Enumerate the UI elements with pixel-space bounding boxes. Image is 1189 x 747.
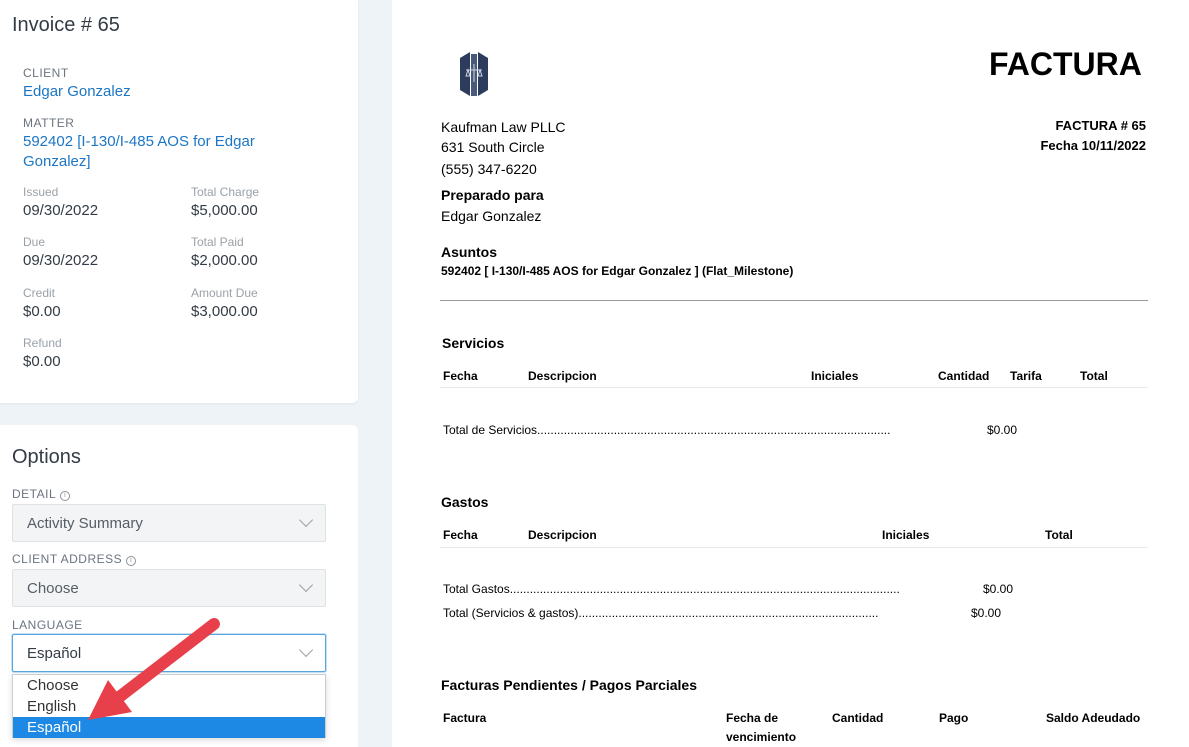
detail-select[interactable]: Activity Summary — [12, 504, 326, 542]
client-address-select[interactable]: Choose — [12, 569, 326, 607]
services-header-date: Fecha — [443, 369, 478, 383]
firm-address: 631 South Circle — [441, 139, 545, 155]
services-header-initials: Iniciales — [811, 369, 859, 383]
pending-header-invoice: Factura — [443, 711, 487, 725]
issued-label: Issued — [23, 185, 59, 199]
invoice-preview: FACTURA Kaufman Law PLLC 631 South Circl… — [392, 0, 1189, 747]
services-header-rate: Tarifa — [1010, 369, 1042, 383]
pending-title: Facturas Pendientes / Pagos Parciales — [441, 677, 698, 693]
language-dropdown: Choose English Español — [12, 674, 326, 738]
expenses-header-initials: Iniciales — [882, 528, 930, 542]
client-address-label: CLIENT ADDRESS i — [12, 552, 137, 566]
due-value: 09/30/2022 — [23, 252, 99, 269]
divider — [440, 300, 1148, 301]
pending-header-due-date: Fecha de — [726, 711, 779, 725]
pending-header-due-date-2: vencimiento — [726, 730, 797, 744]
language-label: LANGUAGE — [12, 618, 83, 632]
total-paid-label: Total Paid — [191, 235, 244, 249]
invoice-title: Invoice # 65 — [12, 14, 120, 36]
language-option-english[interactable]: English — [13, 696, 325, 717]
client-label: CLIENT — [23, 66, 69, 80]
chevron-down-icon — [298, 577, 314, 593]
pending-header-amount: Cantidad — [832, 711, 884, 725]
total-charge-label: Total Charge — [191, 185, 260, 199]
expenses-total-label: Total Gastos............................… — [443, 582, 900, 596]
language-select[interactable]: Español — [12, 634, 326, 672]
prepared-for-label: Preparado para — [441, 187, 544, 203]
services-total-value: $0.00 — [987, 423, 1018, 437]
detail-label: DETAIL i — [12, 487, 71, 501]
matter-line: 592402 [ I-130/I-485 AOS for Edgar Gonza… — [441, 264, 794, 278]
issued-value: 09/30/2022 — [23, 202, 99, 219]
invoice-summary-card: Invoice # 65 CLIENT Edgar Gonzalez MATTE… — [0, 0, 358, 403]
client-link[interactable]: Edgar Gonzalez — [23, 82, 131, 102]
invoice-date: Fecha 10/11/2022 — [1040, 138, 1146, 153]
document-title: FACTURA — [989, 46, 1142, 82]
total-charge-value: $5,000.00 — [191, 202, 258, 219]
amount-due-value: $3,000.00 — [191, 303, 258, 320]
services-total-label: Total de Servicios......................… — [443, 423, 891, 437]
amount-due-label: Amount Due — [191, 286, 258, 300]
info-icon[interactable]: i — [126, 556, 137, 566]
expenses-title: Gastos — [441, 494, 489, 510]
expenses-header-total: Total — [1045, 528, 1073, 542]
pending-header-payment: Pago — [939, 711, 969, 725]
language-option-espanol[interactable]: Español — [13, 717, 325, 738]
expenses-total-value: $0.00 — [983, 582, 1014, 596]
expenses-header-description: Descripcion — [528, 528, 597, 542]
credit-label: Credit — [23, 286, 56, 300]
matters-label: Asuntos — [441, 244, 497, 260]
grand-total-label: Total (Servicios & gastos)..............… — [443, 606, 879, 620]
chevron-down-icon — [298, 512, 314, 528]
grand-total-value: $0.00 — [971, 606, 1002, 620]
expenses-header-date: Fecha — [443, 528, 478, 542]
services-header-quantity: Cantidad — [938, 369, 990, 383]
divider — [440, 387, 1148, 388]
firm-name: Kaufman Law PLLC — [441, 119, 566, 135]
services-header-total: Total — [1080, 369, 1108, 383]
invoice-number: FACTURA # 65 — [1055, 118, 1146, 133]
firm-phone: (555) 347-6220 — [441, 161, 537, 177]
divider — [440, 547, 1148, 548]
matter-link[interactable]: 592402 [I-130/I-485 AOS for Edgar Gonzal… — [23, 132, 313, 172]
refund-value: $0.00 — [23, 353, 61, 370]
matter-label: MATTER — [23, 116, 75, 130]
due-label: Due — [23, 235, 46, 249]
pending-header-balance: Saldo Adeudado — [1046, 711, 1141, 725]
services-title: Servicios — [442, 335, 505, 351]
refund-label: Refund — [23, 336, 62, 350]
chevron-down-icon — [298, 642, 314, 658]
total-paid-value: $2,000.00 — [191, 252, 258, 269]
language-option-choose[interactable]: Choose — [13, 675, 325, 696]
firm-logo-icon — [460, 52, 488, 96]
credit-value: $0.00 — [23, 303, 61, 320]
services-header-description: Descripcion — [528, 369, 597, 383]
prepared-for-name: Edgar Gonzalez — [441, 208, 542, 224]
info-icon[interactable]: i — [60, 491, 71, 501]
options-title: Options — [12, 446, 81, 468]
